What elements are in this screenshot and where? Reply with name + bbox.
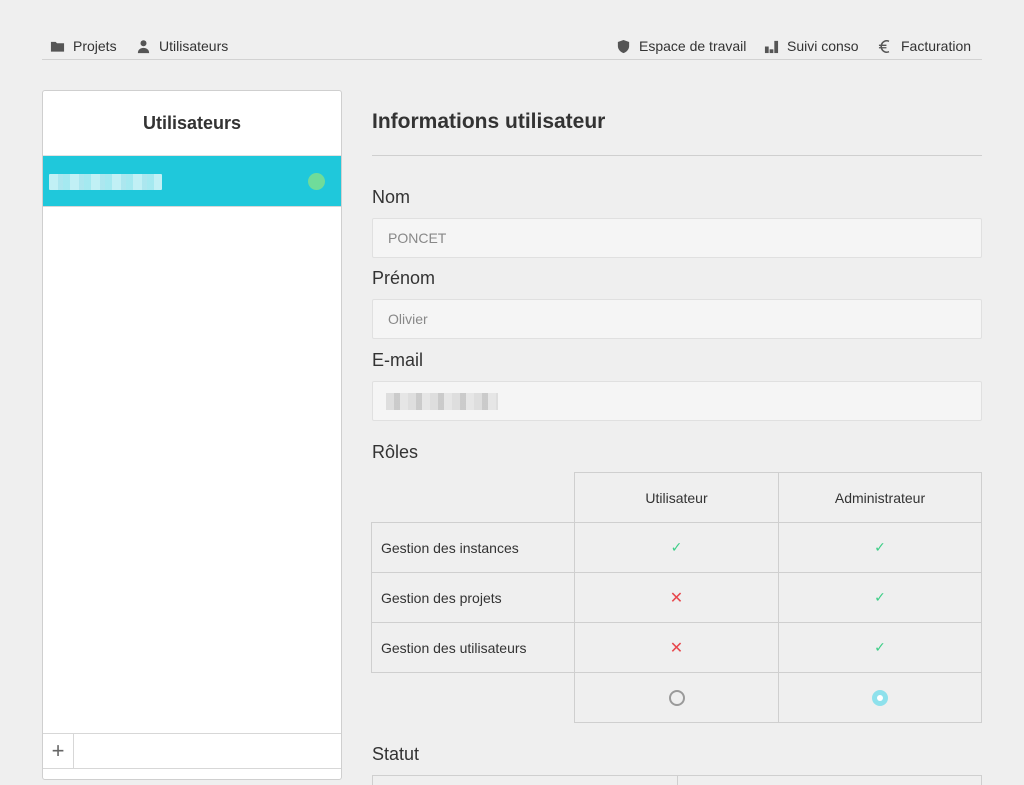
check-icon: ✓ (874, 639, 886, 655)
role-cell: ✓ (778, 572, 982, 623)
roles-label: Rôles (372, 442, 419, 462)
table-row: Gestion des utilisateurs ✕ ✓ (371, 622, 982, 673)
nav-projets[interactable]: Projets (50, 37, 117, 55)
nom-field[interactable]: PONCET (372, 218, 982, 258)
role-cell: ✕ (574, 572, 779, 623)
nav-espace-label: Espace de travail (639, 38, 747, 54)
check-icon: ✓ (874, 539, 886, 555)
cross-icon: ✕ (669, 639, 684, 657)
role-cell: ✓ (778, 522, 982, 573)
top-nav: Projets Utilisateurs Espace de travail S… (42, 30, 982, 60)
roles-header-row: Utilisateur Administrateur (371, 472, 982, 523)
statut-table-edge (372, 775, 373, 785)
prenom-field[interactable]: Olivier (372, 299, 982, 339)
nav-suivi-conso[interactable]: Suivi conso (764, 37, 859, 55)
role-cell: ✓ (778, 622, 982, 673)
check-icon: ✓ (670, 539, 683, 555)
roles-col-utilisateur: Utilisateur (574, 472, 779, 523)
users-panel: Utilisateurs + (42, 90, 342, 780)
cross-icon: ✕ (669, 589, 684, 607)
role-utilisateur-radio[interactable] (668, 690, 685, 707)
status-dot-icon (308, 173, 325, 190)
table-row: Gestion des instances ✓ ✓ (371, 522, 982, 573)
user-name-redacted (49, 174, 162, 190)
roles-select-row (371, 672, 982, 723)
roles-table: Utilisateur Administrateur Gestion des i… (371, 472, 982, 723)
role-row-label: Gestion des instances (371, 522, 575, 573)
prenom-label: Prénom (372, 268, 436, 288)
nav-utilisateurs[interactable]: Utilisateurs (136, 37, 228, 55)
check-icon: ✓ (874, 589, 886, 605)
nav-utilisateurs-label: Utilisateurs (159, 38, 229, 54)
statut-label: Statut (372, 744, 420, 764)
shield-icon (617, 39, 630, 53)
role-radio-cell (574, 672, 779, 723)
add-user-button[interactable]: + (43, 734, 74, 768)
statut-table-divider (677, 775, 678, 785)
users-panel-footer: + (43, 733, 341, 769)
nav-projets-label: Projets (73, 38, 117, 54)
table-row: Gestion des projets ✕ ✓ (371, 572, 982, 623)
page-title: Informations utilisateur (372, 110, 606, 133)
nav-suivi-label: Suivi conso (787, 38, 859, 54)
role-row-label: Gestion des utilisateurs (371, 622, 575, 673)
bar-chart-icon (764, 40, 779, 53)
euro-icon (878, 39, 890, 53)
user-icon (137, 39, 150, 53)
statut-table-edge (981, 775, 982, 785)
nav-facturation[interactable]: Facturation (878, 37, 971, 55)
role-cell: ✕ (574, 622, 779, 673)
nom-label: Nom (372, 187, 411, 207)
folder-icon (50, 41, 65, 52)
email-field[interactable] (372, 381, 982, 421)
users-panel-title: Utilisateurs (43, 91, 341, 156)
nav-facturation-label: Facturation (901, 38, 972, 54)
email-label: E-mail (372, 350, 424, 370)
title-divider (372, 155, 982, 156)
user-list-item[interactable] (43, 156, 341, 207)
role-radio-cell (778, 672, 982, 723)
role-row-label: Gestion des projets (371, 572, 575, 623)
role-administrateur-radio[interactable] (872, 690, 888, 707)
role-cell: ✓ (574, 522, 779, 573)
roles-blank-cell (371, 672, 575, 723)
roles-col-administrateur: Administrateur (778, 472, 982, 523)
nav-espace-de-travail[interactable]: Espace de travail (616, 37, 746, 55)
email-redacted (386, 393, 498, 410)
roles-corner-cell (371, 472, 575, 523)
